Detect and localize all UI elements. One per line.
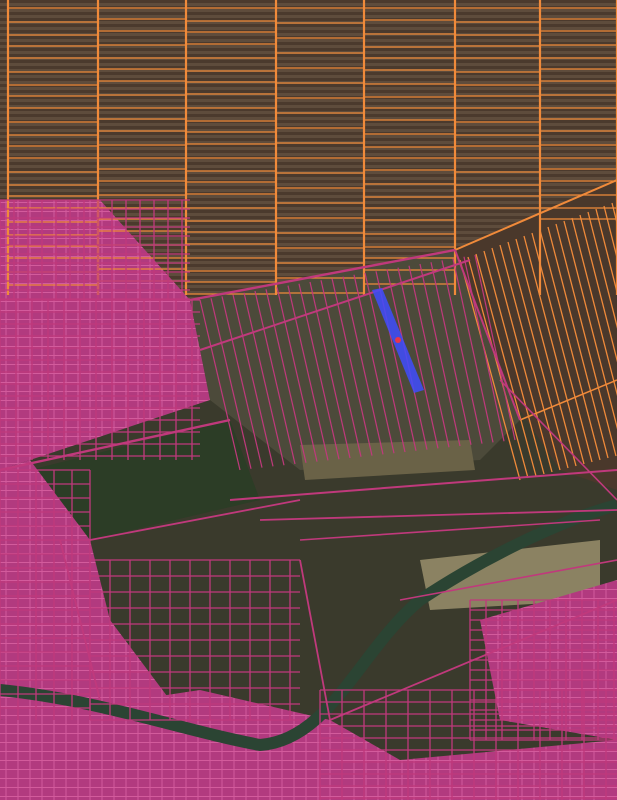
map-canvas[interactable] <box>0 0 617 800</box>
map-pin-icon <box>395 337 401 343</box>
map-view[interactable] <box>0 0 617 800</box>
